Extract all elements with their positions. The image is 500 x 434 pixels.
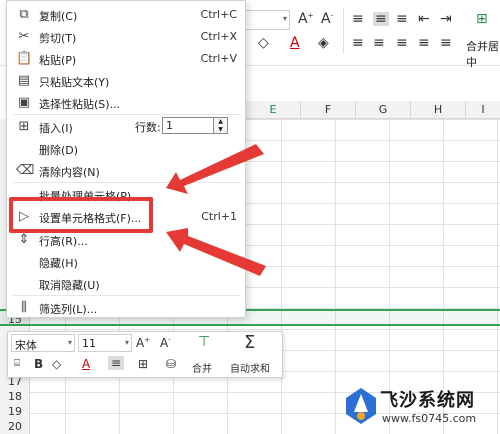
merge-cells-icon[interactable]: ⊤: [198, 334, 210, 350]
shortcut-label: Ctrl+X: [200, 30, 237, 43]
rows-count-input[interactable]: 1: [162, 117, 214, 134]
column-i-header[interactable]: I: [465, 101, 500, 119]
merge-center-button[interactable]: 合并居中: [466, 38, 500, 70]
align-bottom-icon[interactable]: ≡: [396, 12, 408, 26]
mini-font-name-value: 宋体: [15, 339, 37, 352]
eraser-icon: ⌫: [16, 163, 35, 178]
font-size-select[interactable]: ▾: [242, 10, 290, 30]
column-h-header[interactable]: H: [410, 101, 465, 119]
row-height-icon: ⇕: [18, 232, 30, 247]
align-left-icon[interactable]: ≡: [352, 36, 364, 50]
paste-special-icon: ▣: [17, 95, 31, 110]
align-center-icon[interactable]: ≡: [373, 36, 385, 50]
font-color-icon[interactable]: A: [290, 36, 300, 50]
column-header: E F G H I: [245, 101, 500, 119]
chevron-down-icon: ▾: [124, 338, 129, 347]
sum-icon[interactable]: Σ: [244, 332, 255, 353]
toolbar-divider: [343, 8, 344, 54]
bold-button[interactable]: B: [34, 357, 43, 371]
highlight-box: [9, 197, 153, 233]
font-color-icon[interactable]: A: [82, 357, 90, 371]
increase-font-icon[interactable]: A+: [298, 12, 313, 26]
watermark-name: 飞沙系统网: [380, 390, 475, 411]
decrease-font-icon[interactable]: A-: [160, 336, 171, 350]
menu-item-label: 复制(C): [39, 10, 78, 23]
menu-item-label: 选择性粘贴(S)...: [39, 98, 121, 111]
watermark: 飞沙系统网 www.fs0745.com: [344, 382, 500, 434]
menu-item-label: 剪切(T): [39, 32, 77, 45]
arrow-upper: [166, 144, 264, 194]
menu-item-label: 只粘贴文本(Y): [39, 76, 110, 89]
menu-item-paste-text[interactable]: ▤ 只粘贴文本(Y): [7, 70, 245, 92]
cut-icon: ✂: [18, 29, 30, 44]
menu-item-cut[interactable]: ✂ 剪切(T) Ctrl+X: [7, 26, 245, 48]
copy-icon: ⧉: [19, 7, 29, 22]
shortcut-label: Ctrl+C: [200, 8, 237, 21]
distribute-icon[interactable]: ≡: [440, 36, 452, 50]
indent-left-icon[interactable]: ⇤: [418, 12, 430, 26]
paste-text-icon: ▤: [17, 73, 31, 88]
rows-count-label: 行数:: [135, 121, 161, 134]
mini-merge-button[interactable]: 合并: [192, 360, 212, 375]
format-painter-icon[interactable]: ⌸: [14, 358, 20, 369]
arrow-lower: [166, 228, 266, 276]
chevron-down-icon: ▾: [282, 14, 287, 23]
fill-color-icon[interactable]: ◇: [52, 357, 61, 371]
indent-right-icon[interactable]: ⇥: [440, 12, 452, 26]
menu-item-label: 删除(D): [39, 144, 79, 157]
menu-item-label: 插入(I): [39, 122, 73, 135]
menu-item-label: 行高(R)...: [39, 235, 88, 248]
clear-format-icon[interactable]: ◈: [318, 36, 329, 50]
menu-item-label: 清除内容(N): [39, 166, 100, 179]
menu-divider: [13, 114, 241, 115]
column-e-header[interactable]: E: [245, 101, 300, 119]
row-number[interactable]: 20: [0, 420, 30, 433]
autosum-button[interactable]: 自动求和: [230, 360, 270, 375]
rows-count-spinner[interactable]: ▲ ▼: [214, 117, 228, 134]
align-top-icon[interactable]: ≡: [352, 12, 364, 26]
menu-item-paste[interactable]: 📋 粘贴(P) Ctrl+V: [7, 48, 245, 70]
column-g-header[interactable]: G: [355, 101, 410, 119]
mini-font-size-value: 11: [82, 337, 96, 350]
watermark-logo: [346, 388, 376, 424]
merge-cells-icon[interactable]: ⊞: [476, 12, 488, 26]
menu-divider: [13, 295, 241, 296]
row-number[interactable]: 18: [0, 390, 30, 403]
menu-item-paste-special[interactable]: ▣ 选择性粘贴(S)...: [7, 92, 245, 114]
menu-item-label: 筛选列(L)...: [39, 303, 98, 316]
shortcut-label: Ctrl+V: [200, 52, 237, 65]
menu-item-copy[interactable]: ⧉ 复制(C) Ctrl+C: [7, 4, 245, 26]
align-right-icon[interactable]: ≡: [396, 36, 408, 50]
decrease-font-icon[interactable]: A-: [321, 12, 333, 26]
filter-column-icon: ⫼: [21, 300, 27, 315]
annotation-arrows: [166, 144, 266, 276]
row-number[interactable]: 19: [0, 405, 30, 418]
mini-font-name-select[interactable]: 宋体 ▾: [11, 334, 75, 352]
menu-item-label: 隐藏(H): [39, 257, 78, 270]
mini-toolbar: 宋体 ▾ 11 ▾ A+ A- ⌸ B ◇ A ≡ ⊞ ⛁ ⊤ 合并 Σ 自动求…: [7, 331, 283, 378]
align-middle-icon[interactable]: ≡: [373, 12, 389, 26]
fill-bucket-icon[interactable]: ⛁: [166, 357, 176, 371]
spreadsheet-window: ▾ A+ A- ◇ A ◈ ≡ ≡ ≡ ⇤ ⇥ ≡ ≡ ≡ ≡ ≡ ⊞ 合并居中…: [0, 0, 500, 434]
mini-font-size-select[interactable]: 11 ▾: [78, 334, 132, 352]
increase-font-icon[interactable]: A+: [136, 336, 150, 350]
column-f-header[interactable]: F: [300, 101, 355, 119]
menu-item-filter-column[interactable]: ⫼ 筛选列(L)...: [7, 297, 245, 319]
menu-item-label: 粘贴(P): [39, 54, 77, 67]
menu-item-label: 取消隐藏(U): [39, 279, 100, 292]
watermark-url: www.fs0745.com: [382, 412, 477, 425]
paste-icon: 📋: [16, 51, 33, 66]
align-center-icon[interactable]: ≡: [108, 356, 125, 370]
chevron-down-icon: ▾: [67, 338, 72, 347]
insert-icon: ⊞: [18, 119, 30, 134]
border-icon[interactable]: ⊞: [138, 357, 148, 371]
justify-icon[interactable]: ≡: [418, 36, 430, 50]
fill-color-icon[interactable]: ◇: [258, 36, 269, 50]
